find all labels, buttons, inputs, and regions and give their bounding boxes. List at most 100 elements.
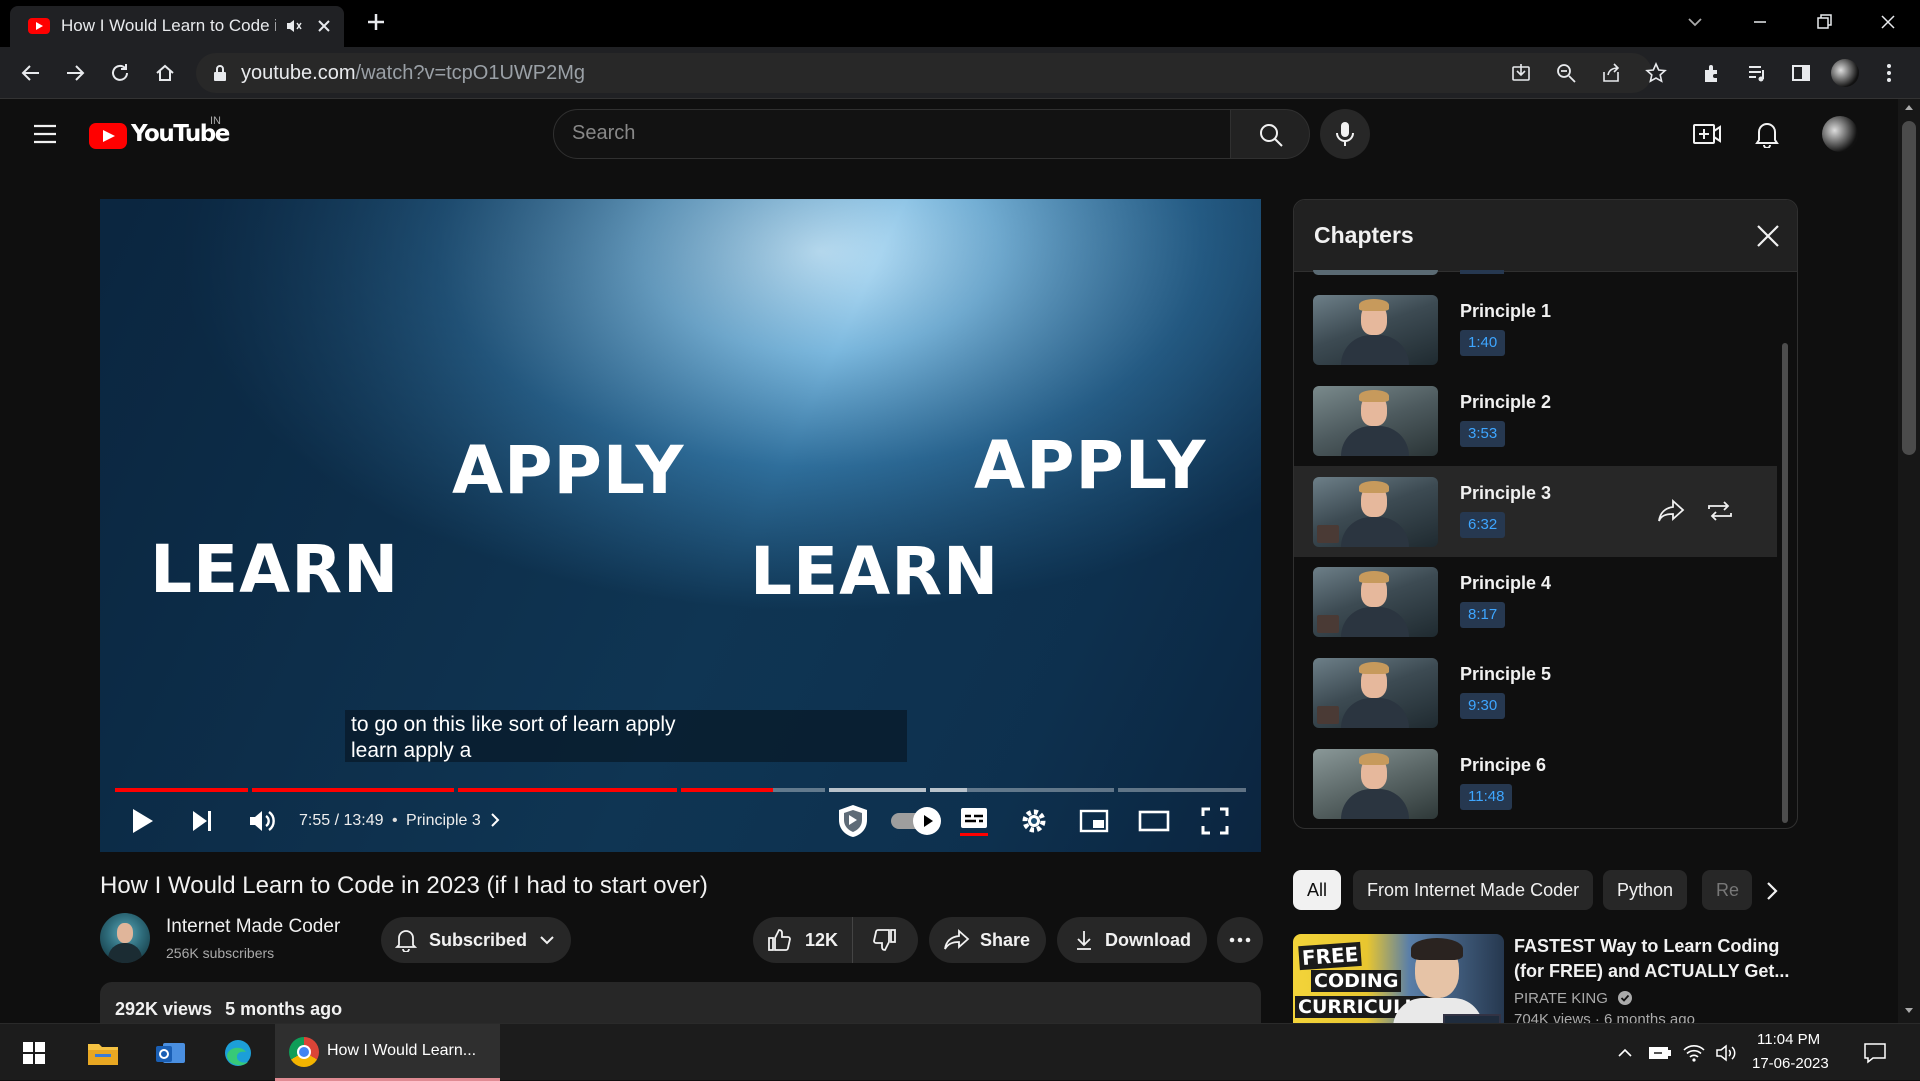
loop-chapter-icon[interactable] [1706,499,1734,523]
bookmark-star-icon[interactable] [1641,58,1671,88]
account-avatar[interactable] [1822,116,1858,152]
fullscreen-button[interactable] [1193,799,1237,843]
dislike-button[interactable] [853,917,917,963]
chapters-scrollbar[interactable] [1782,343,1788,823]
chapter-segment[interactable] [458,788,677,792]
chapter-timestamp[interactable]: 1:40 [1460,330,1506,356]
chapter-segment[interactable] [115,788,248,792]
video-player[interactable]: APPLY APPLY LEARN LEARN to go on this li… [100,199,1261,852]
chapter-item-active[interactable]: Principle 3 6:32 [1294,466,1777,557]
notification-center-icon[interactable] [1850,1024,1900,1081]
recommended-video-title[interactable]: FASTEST Way to Learn Coding (for FREE) a… [1514,934,1794,984]
youtube-logo[interactable]: YouTube IN [89,115,239,151]
hamburger-menu-icon[interactable] [32,123,58,145]
extensions-puzzle-icon[interactable] [1697,58,1727,88]
subscribed-button[interactable]: Subscribed [381,917,571,963]
taskbar-clock-date[interactable]: 17-06-2023 [1752,1055,1829,1072]
address-bar[interactable]: youtube.com/watch?v=tcpO1UWP2Mg [196,53,1667,93]
theater-mode-button[interactable] [1132,799,1176,843]
close-chapters-icon[interactable] [1756,224,1780,248]
download-button[interactable]: Download [1057,917,1207,963]
recommended-channel[interactable]: PIRATE KING [1514,990,1633,1007]
like-button[interactable]: 12K [753,917,853,963]
home-button[interactable] [150,58,180,88]
restore-window-icon[interactable] [1814,12,1834,32]
lock-icon[interactable] [212,64,228,82]
install-app-icon[interactable] [1506,58,1536,88]
channel-avatar[interactable] [100,913,150,963]
start-windows-icon[interactable] [6,1024,62,1081]
wifi-icon[interactable] [1677,1024,1711,1081]
chapter-segment[interactable] [681,788,825,792]
chip-all[interactable]: All [1293,870,1342,910]
browser-menu-icon[interactable] [1874,58,1904,88]
taskbar-chrome-window[interactable]: How I Would Learn... [275,1024,500,1081]
chapter-item[interactable]: Principle 4 8:17 [1294,556,1777,647]
media-control-icon[interactable] [1742,58,1772,88]
search-input[interactable] [572,122,1192,145]
miniplayer-button[interactable] [1072,799,1116,843]
side-panel-icon[interactable] [1786,58,1816,88]
chip-python[interactable]: Python [1603,870,1688,910]
scroll-down-icon[interactable] [1904,1007,1914,1015]
battery-icon[interactable] [1643,1024,1677,1081]
subtitles-button[interactable] [952,799,996,843]
chapter-segment[interactable] [1118,788,1246,792]
chapter-item[interactable]: Principle 2 3:53 [1294,375,1777,466]
tab-mute-icon[interactable] [285,17,303,35]
chip-from-channel[interactable]: From Internet Made Coder [1353,870,1594,910]
back-button[interactable] [16,58,46,88]
chapter-timestamp[interactable]: 11:48 [1460,784,1513,810]
share-page-icon[interactable] [1596,58,1626,88]
browser-tab[interactable]: How I Would Learn to Code i [10,6,344,47]
progress-bar[interactable] [115,788,1246,792]
volume-button[interactable] [240,799,284,843]
outlook-mail-icon[interactable] [143,1024,199,1081]
edge-browser-icon[interactable] [210,1024,266,1081]
more-actions-button[interactable] [1217,917,1263,963]
forward-button[interactable] [60,58,90,88]
voice-search-button[interactable] [1320,109,1370,159]
ad-block-shield-icon[interactable] [831,799,875,843]
share-chapter-icon[interactable] [1657,499,1685,523]
autoplay-toggle[interactable] [887,799,941,843]
page-scrollbar[interactable] [1898,99,1920,1023]
tab-close-icon[interactable] [315,17,333,35]
current-chapter-label[interactable]: Principle 3 [406,812,481,829]
scroll-thumb[interactable] [1902,121,1916,455]
play-button[interactable] [120,799,164,843]
search-button[interactable] [1230,109,1310,159]
chapter-segment[interactable] [829,788,926,792]
url-text[interactable]: youtube.com/watch?v=tcpO1UWP2Mg [241,62,585,85]
chapter-item[interactable]: Principle 1 1:40 [1294,284,1777,375]
speaker-volume-icon[interactable] [1709,1024,1743,1081]
chevron-right-icon[interactable] [489,812,501,828]
share-button[interactable]: Share [929,917,1046,963]
chapter-item[interactable]: Principle 5 9:30 [1294,647,1777,738]
file-explorer-icon[interactable] [75,1024,131,1081]
chip-related-partial[interactable]: Re [1702,870,1752,910]
reload-button[interactable] [105,58,135,88]
next-video-button[interactable] [180,799,224,843]
minimize-window-icon[interactable] [1750,12,1770,32]
show-hidden-icons-chevron[interactable] [1610,1024,1640,1081]
chapter-timestamp[interactable]: 8:17 [1460,602,1506,628]
channel-name[interactable]: Internet Made Coder [166,916,340,938]
close-window-icon[interactable] [1878,12,1898,32]
chapter-timestamp[interactable]: 6:32 [1460,512,1506,538]
zoom-icon[interactable] [1551,58,1581,88]
chapter-segment[interactable] [252,788,454,792]
create-video-icon[interactable] [1692,121,1722,147]
settings-button[interactable] [1012,799,1056,843]
new-tab-button[interactable] [364,10,388,34]
scroll-up-icon[interactable] [1904,103,1914,111]
tab-search-chevron-icon[interactable] [1685,12,1705,32]
chips-next-chevron-icon[interactable] [1755,874,1789,908]
profile-avatar[interactable] [1830,58,1860,88]
notifications-bell-icon[interactable] [1754,120,1780,148]
taskbar-clock-time[interactable]: 11:04 PM [1757,1031,1820,1048]
chapter-item[interactable]: Principe 6 11:48 [1294,738,1777,828]
chapter-timestamp[interactable]: 9:30 [1460,693,1506,719]
chapter-segment[interactable] [930,788,1114,792]
chapter-timestamp[interactable]: 3:53 [1460,421,1506,447]
